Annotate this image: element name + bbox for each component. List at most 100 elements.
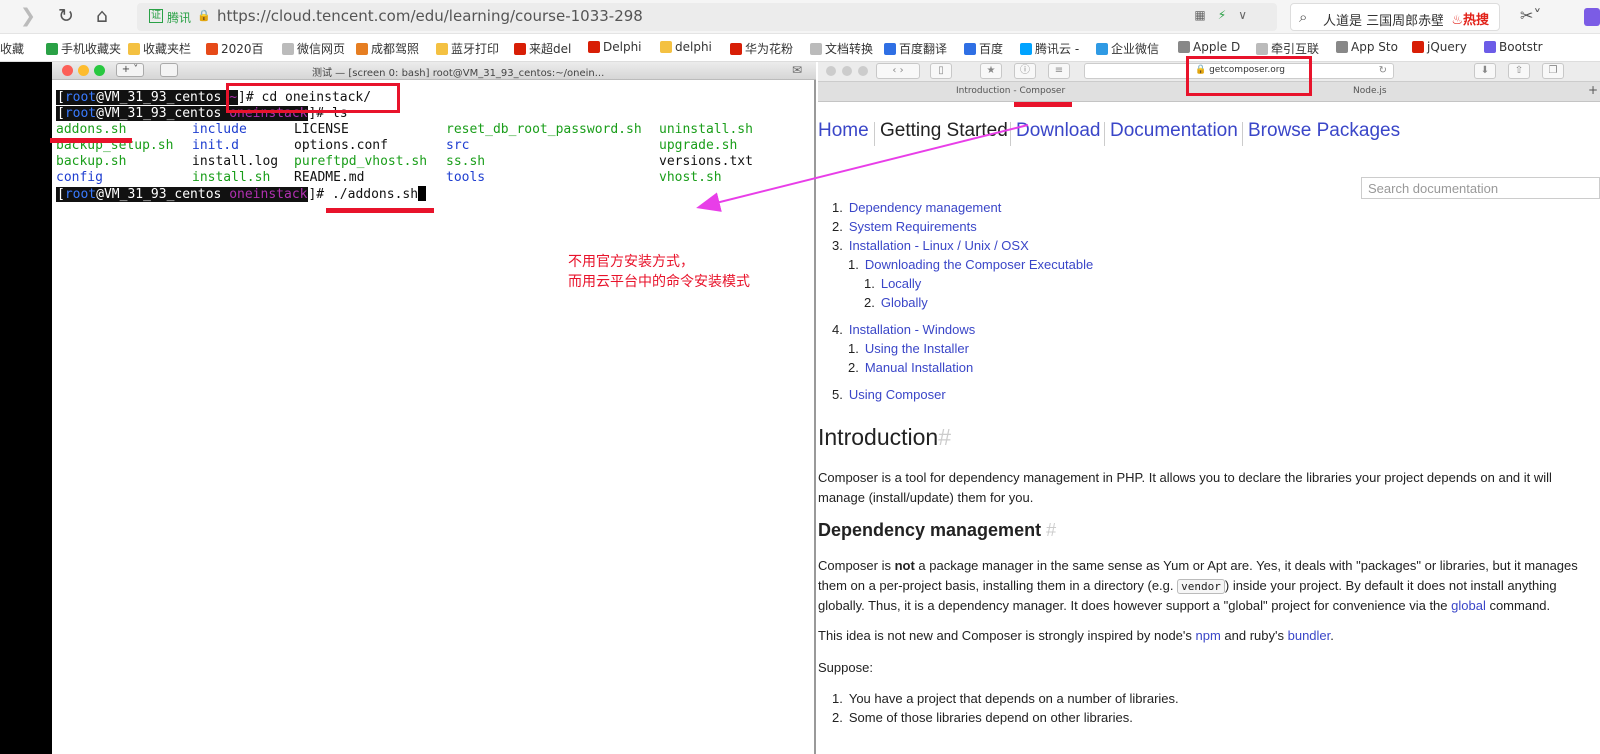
info-icon[interactable]: ⓘ bbox=[1014, 63, 1036, 79]
search-input[interactable]: 人道是 三国周郎赤壁 bbox=[1323, 10, 1443, 29]
bookmark-label: 2020百 bbox=[221, 42, 264, 56]
toc-item[interactable]: 1. Using the Installer bbox=[848, 341, 969, 356]
bookmark-item[interactable]: 牵引互联 bbox=[1256, 40, 1319, 57]
bookmark-item[interactable]: Apple D bbox=[1178, 40, 1240, 54]
file-entry: tools bbox=[446, 170, 486, 185]
bookmark-item[interactable]: 华为花粉 bbox=[730, 40, 793, 57]
bookmark-icon bbox=[588, 41, 600, 53]
bookmark-item[interactable]: 蓝牙打印 bbox=[436, 40, 499, 57]
envelope-icon[interactable]: ✉ bbox=[792, 63, 802, 77]
bookmark-item[interactable]: 文档转换 bbox=[810, 40, 873, 57]
toc-item[interactable]: 1. Dependency management bbox=[832, 200, 1001, 215]
bookmark-item[interactable]: Delphi bbox=[588, 40, 642, 54]
bookmark-item[interactable]: delphi bbox=[660, 40, 712, 54]
bookmark-item[interactable]: 收藏夹栏 bbox=[128, 40, 191, 57]
file-entry: include bbox=[192, 122, 247, 137]
inspiration-paragraph: This idea is not new and Composer is str… bbox=[818, 628, 1334, 643]
hot-search-text: 热搜 bbox=[1462, 13, 1489, 28]
search-documentation-input[interactable]: Search documentation bbox=[1361, 177, 1600, 199]
bookmark-item[interactable]: jQuery bbox=[1412, 40, 1467, 54]
sidebar-icon[interactable] bbox=[160, 63, 178, 77]
bookmark-item[interactable]: 成都驾照 bbox=[356, 40, 419, 57]
bookmark-icon bbox=[356, 43, 368, 55]
nav-item[interactable]: Download bbox=[1016, 120, 1101, 142]
anchor-icon[interactable]: # bbox=[938, 424, 951, 450]
new-tab-button[interactable]: + ˅ bbox=[116, 63, 144, 77]
link-npm[interactable]: npm bbox=[1196, 628, 1221, 643]
extension-icon[interactable] bbox=[1584, 8, 1600, 26]
toc-item[interactable]: 3. Installation - Linux / Unix / OSX bbox=[832, 238, 1029, 253]
file-entry: vhost.sh bbox=[659, 170, 722, 185]
close-icon[interactable] bbox=[826, 66, 836, 76]
toc-item[interactable]: 2. System Requirements bbox=[832, 219, 977, 234]
file-entry: versions.txt bbox=[659, 154, 753, 169]
intro-heading: Introduction# bbox=[818, 424, 951, 450]
bookmark-label: 收藏 bbox=[0, 42, 25, 56]
toc-item[interactable]: 1. Locally bbox=[864, 276, 921, 291]
list-item: 1. You have a project that depends on a n… bbox=[832, 691, 1179, 706]
link-global[interactable]: global bbox=[1451, 598, 1486, 613]
bookmark-item[interactable]: App Sto bbox=[1336, 40, 1398, 54]
anchor-icon[interactable]: # bbox=[1046, 520, 1056, 540]
share-icon[interactable]: ⇧ bbox=[1508, 63, 1530, 79]
scissors-icon[interactable]: ✂˅ bbox=[1520, 6, 1541, 25]
home-icon[interactable]: ⌂ bbox=[96, 6, 108, 26]
bookmark-label: 百度 bbox=[979, 42, 1004, 56]
url-text[interactable]: https://cloud.tencent.com/edu/learning/c… bbox=[217, 7, 643, 25]
nav-item[interactable]: Home bbox=[818, 120, 869, 142]
bookmark-icon bbox=[1256, 43, 1268, 55]
minimize-icon[interactable] bbox=[78, 65, 89, 76]
hot-search-label[interactable]: ♨热搜 bbox=[1451, 9, 1489, 28]
maximize-icon[interactable] bbox=[94, 65, 105, 76]
toc-item[interactable]: 1. Downloading the Composer Executable bbox=[848, 257, 1093, 272]
search-box[interactable]: ⌕ 人道是 三国周郎赤壁 ♨热搜 bbox=[1290, 3, 1500, 31]
terminal-line-addons: [root@VM_31_93_centos oneinstack]# ./add… bbox=[56, 186, 427, 203]
tab-nodejs[interactable]: Node.js bbox=[1353, 86, 1387, 96]
back-forward-icon[interactable]: ‹ › bbox=[876, 63, 920, 79]
toc-item[interactable]: 2. Manual Installation bbox=[848, 360, 973, 375]
bookmark-item[interactable]: 百度翻译 bbox=[884, 40, 947, 57]
fire-icon: ♨ bbox=[1451, 13, 1463, 28]
nav-item[interactable]: Browse Packages bbox=[1248, 120, 1400, 142]
qr-icon[interactable]: ▦ bbox=[1194, 8, 1217, 22]
bookmark-label: Bootstr bbox=[1499, 40, 1543, 54]
toc-item[interactable]: 5. Using Composer bbox=[832, 387, 946, 402]
nav-item[interactable]: Getting Started bbox=[880, 120, 1008, 142]
bookmark-item[interactable]: 来超del bbox=[514, 40, 571, 57]
certificate-icon[interactable]: 证 bbox=[149, 9, 163, 23]
nav-separator bbox=[1242, 122, 1243, 146]
reload-icon[interactable]: ↻ bbox=[58, 6, 74, 26]
safari-window: ‹ › ▯ ★ ⓘ ≡ 🔒 getcomposer.org ↻ ⬇ ⇧ ❐ In… bbox=[818, 62, 1600, 754]
bookmark-icon bbox=[810, 43, 822, 55]
tabs-icon[interactable]: ❐ bbox=[1542, 63, 1564, 79]
chevron-down-icon[interactable]: ∨ bbox=[1238, 8, 1259, 22]
toc-item[interactable]: 4. Installation - Windows bbox=[832, 322, 975, 337]
bookmark-icon bbox=[660, 41, 672, 53]
bookmark-item[interactable]: 企业微信 bbox=[1096, 40, 1159, 57]
reader-icon[interactable]: ≡ bbox=[1048, 63, 1070, 79]
link-bundler[interactable]: bundler bbox=[1288, 628, 1331, 643]
bookmark-item[interactable]: 收藏 bbox=[0, 40, 24, 57]
toc-item[interactable]: 2. Globally bbox=[864, 295, 928, 310]
bookmark-item[interactable]: 微信网页 bbox=[282, 40, 345, 57]
bookmark-item[interactable]: 百度 bbox=[964, 40, 1003, 57]
minimize-icon[interactable] bbox=[842, 66, 852, 76]
new-tab-icon[interactable]: + bbox=[1588, 83, 1598, 97]
sidebar-icon[interactable]: ▯ bbox=[930, 63, 952, 79]
tab-composer[interactable]: Introduction - Composer bbox=[956, 86, 1065, 96]
bookmark-item[interactable]: 2020百 bbox=[206, 40, 264, 57]
url-field[interactable]: 证 腾讯 🔒 https://cloud.tencent.com/edu/lea… bbox=[137, 3, 1277, 31]
reload-icon[interactable]: ↻ bbox=[1379, 65, 1387, 76]
download-icon[interactable]: ⬇ bbox=[1474, 63, 1496, 79]
nav-item[interactable]: Documentation bbox=[1110, 120, 1238, 142]
maximize-icon[interactable] bbox=[858, 66, 868, 76]
bookmark-item[interactable]: Bootstr bbox=[1484, 40, 1543, 54]
forward-icon[interactable]: ❯ bbox=[20, 6, 36, 26]
lightning-icon[interactable]: ⚡ bbox=[1218, 8, 1238, 22]
bookmark-item[interactable]: 腾讯云 - bbox=[1020, 40, 1079, 57]
bookmark-item[interactable]: 手机收藏夹 bbox=[46, 40, 121, 57]
nav-separator bbox=[1104, 122, 1105, 146]
close-icon[interactable] bbox=[62, 65, 73, 76]
url-actions[interactable]: ▦⚡∨ bbox=[1194, 8, 1259, 22]
star-icon[interactable]: ★ bbox=[980, 63, 1002, 79]
